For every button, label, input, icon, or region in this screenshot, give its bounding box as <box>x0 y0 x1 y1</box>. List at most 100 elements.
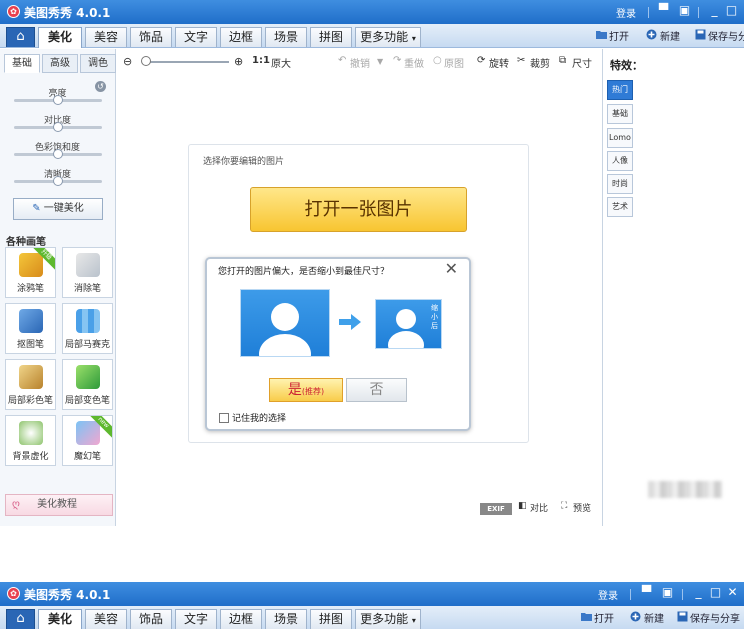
effect-tab-hot[interactable]: 热门 <box>607 80 633 100</box>
restore-button[interactable]: □ <box>725 4 738 17</box>
redo-icon[interactable]: ↷ <box>393 55 401 66</box>
resize-icon[interactable]: ⧉ <box>559 55 566 66</box>
brightness-slider[interactable]: 亮度 <box>10 86 105 105</box>
folder-icon-2 <box>581 613 592 621</box>
undo-icon[interactable]: ↶ <box>338 55 346 66</box>
tab-biankuang-2[interactable]: 边框 <box>220 609 262 629</box>
minimize-button-2[interactable]: _ <box>692 586 705 599</box>
skin-icon[interactable]: ▣ <box>678 4 691 17</box>
rotate-icon[interactable]: ⟳ <box>477 55 485 66</box>
home-button[interactable]: ⌂ <box>6 27 35 47</box>
tab-meihua-2[interactable]: 美化 <box>38 609 82 629</box>
tab-biankuang[interactable]: 边框 <box>220 27 262 47</box>
tab-meirong[interactable]: 美容 <box>85 27 127 47</box>
large-image-thumbnail <box>240 289 330 357</box>
tab-pintu-2[interactable]: 拼图 <box>310 609 352 629</box>
zoom-1to1-button[interactable]: 1:1 <box>252 55 270 66</box>
saturation-knob[interactable] <box>53 149 63 159</box>
tab-shipin-2[interactable]: 饰品 <box>130 609 172 629</box>
contrast-slider[interactable]: 对比度 <box>10 113 105 132</box>
home-button-2[interactable]: ⌂ <box>6 609 35 629</box>
tab-more[interactable]: 更多功能 ▾ <box>355 27 421 47</box>
exif-badge[interactable]: EXIF <box>480 503 512 515</box>
tool-mosaic[interactable]: 局部马赛克 <box>62 303 113 354</box>
sharpness-knob[interactable] <box>53 176 63 186</box>
original-button[interactable]: 原图 <box>444 55 464 70</box>
compare-button[interactable]: 对比 <box>530 501 548 514</box>
close-icon[interactable]: ✕ <box>445 261 458 277</box>
effect-tab-fashion[interactable]: 时尚 <box>607 174 633 194</box>
minimize-button[interactable]: _ <box>708 4 721 17</box>
tool-color-pen[interactable]: 局部彩色笔 <box>5 359 56 410</box>
login-link-2[interactable]: 登录 <box>598 587 618 602</box>
undo-dropdown-icon[interactable]: ▼ <box>377 57 383 66</box>
tab-meihua[interactable]: 美化 <box>38 27 82 48</box>
original-size-button[interactable]: 原大 <box>271 55 291 70</box>
redo-button[interactable]: 重做 <box>404 55 424 70</box>
tool-eraser-pen[interactable]: 消除笔 <box>62 247 113 298</box>
effect-tab-lomo[interactable]: Lomo <box>607 128 633 148</box>
tool-doodle-pen[interactable]: 升级 涂鸦笔 <box>5 247 56 298</box>
tab-advanced[interactable]: 高级 <box>42 54 78 73</box>
new-button-2[interactable]: 新建 <box>644 610 664 625</box>
preview-icon[interactable]: ⛶ <box>561 501 567 511</box>
preview-button[interactable]: 预览 <box>573 501 591 514</box>
open-button-2[interactable]: 打开 <box>594 610 614 625</box>
zoom-out-icon[interactable]: ⊖ <box>123 55 132 68</box>
size-button[interactable]: 尺寸 <box>572 55 592 70</box>
compare-icon[interactable]: ◧ <box>518 501 527 511</box>
tab-color[interactable]: 调色 <box>80 54 116 73</box>
original-icon[interactable]: ○ <box>433 55 442 66</box>
close-button-2[interactable]: ✕ <box>726 586 739 599</box>
remember-checkbox[interactable] <box>219 413 229 423</box>
open-image-button[interactable]: 打开一张图片 <box>250 187 467 232</box>
select-image-label: 选择你要编辑的图片 <box>203 157 285 167</box>
tool-magic-pen[interactable]: new 魔幻笔 <box>62 415 113 466</box>
skin-icon-2[interactable]: ▣ <box>661 586 674 599</box>
saturation-slider[interactable]: 色彩饱和度 <box>10 140 105 159</box>
rotate-button[interactable]: 旋转 <box>489 55 509 70</box>
tab-more-2[interactable]: 更多功能 ▾ <box>355 609 421 629</box>
tool-recolor-pen[interactable]: 局部变色笔 <box>62 359 113 410</box>
restore-button-2[interactable]: □ <box>709 586 722 599</box>
effect-tab-art[interactable]: 艺术 <box>607 197 633 217</box>
tab-wenzi[interactable]: 文字 <box>175 27 217 47</box>
login-link[interactable]: 登录 <box>616 5 636 20</box>
effect-tab-portrait[interactable]: 人像 <box>607 151 633 171</box>
shrink-label: 缩小后 <box>431 304 438 330</box>
zoom-in-icon[interactable]: ⊕ <box>234 55 243 68</box>
effect-tab-basic[interactable]: 基础 <box>607 104 633 124</box>
tab-wenzi-2[interactable]: 文字 <box>175 609 217 629</box>
sharpness-slider[interactable]: 清晰度 <box>10 167 105 186</box>
tab-shipin[interactable]: 饰品 <box>130 27 172 47</box>
zoom-knob[interactable] <box>141 56 151 66</box>
tab-pintu[interactable]: 拼图 <box>310 27 352 47</box>
zoom-slider[interactable] <box>145 61 229 63</box>
save-share-button[interactable]: 保存与分享 <box>708 28 744 43</box>
paint-brush-icon <box>19 365 43 389</box>
new-button[interactable]: 新建 <box>660 28 680 43</box>
tab-changjing-2[interactable]: 场景 <box>265 609 307 629</box>
undo-button[interactable]: 撤销 <box>350 55 370 70</box>
scissors-icon[interactable]: ✂ <box>517 55 525 66</box>
tool-blur-background[interactable]: 背景虚化 <box>5 415 56 466</box>
one-click-beautify-button[interactable]: ✎ 一键美化 <box>13 198 103 220</box>
save-share-button-2[interactable]: 保存与分享 <box>690 610 740 625</box>
feedback-icon[interactable]: ▀ <box>657 4 670 17</box>
tab-meirong-2[interactable]: 美容 <box>85 609 127 629</box>
tutorial-button[interactable]: ღ 美化教程 <box>5 494 113 516</box>
contrast-knob[interactable] <box>53 122 63 132</box>
tool-cutout-pen[interactable]: 抠图笔 <box>5 303 56 354</box>
crop-button[interactable]: 裁剪 <box>530 55 550 70</box>
tab-changjing[interactable]: 场景 <box>265 27 307 47</box>
editor-toolbar: ⊖ ⊕ 1:1 原大 ↶ 撤销 ▼ ↷ 重做 ○ 原图 ⟳ 旋转 ✂ 裁剪 ⧉ … <box>117 49 601 75</box>
tab-basic[interactable]: 基础 <box>4 54 40 73</box>
brightness-knob[interactable] <box>53 95 63 105</box>
plus-icon-2 <box>630 611 641 622</box>
feedback-icon-2[interactable]: ▀ <box>640 586 653 599</box>
dialog-title: 您打开的图片偏大，是否缩小到最佳尺寸？ <box>218 267 390 277</box>
open-button[interactable]: 打开 <box>609 28 629 43</box>
yes-button[interactable]: 是(推荐) <box>269 378 343 402</box>
effects-panel: 特效： 热门 基础 Lomo 人像 时尚 艺术 <box>602 49 744 526</box>
no-button[interactable]: 否 <box>346 378 407 402</box>
